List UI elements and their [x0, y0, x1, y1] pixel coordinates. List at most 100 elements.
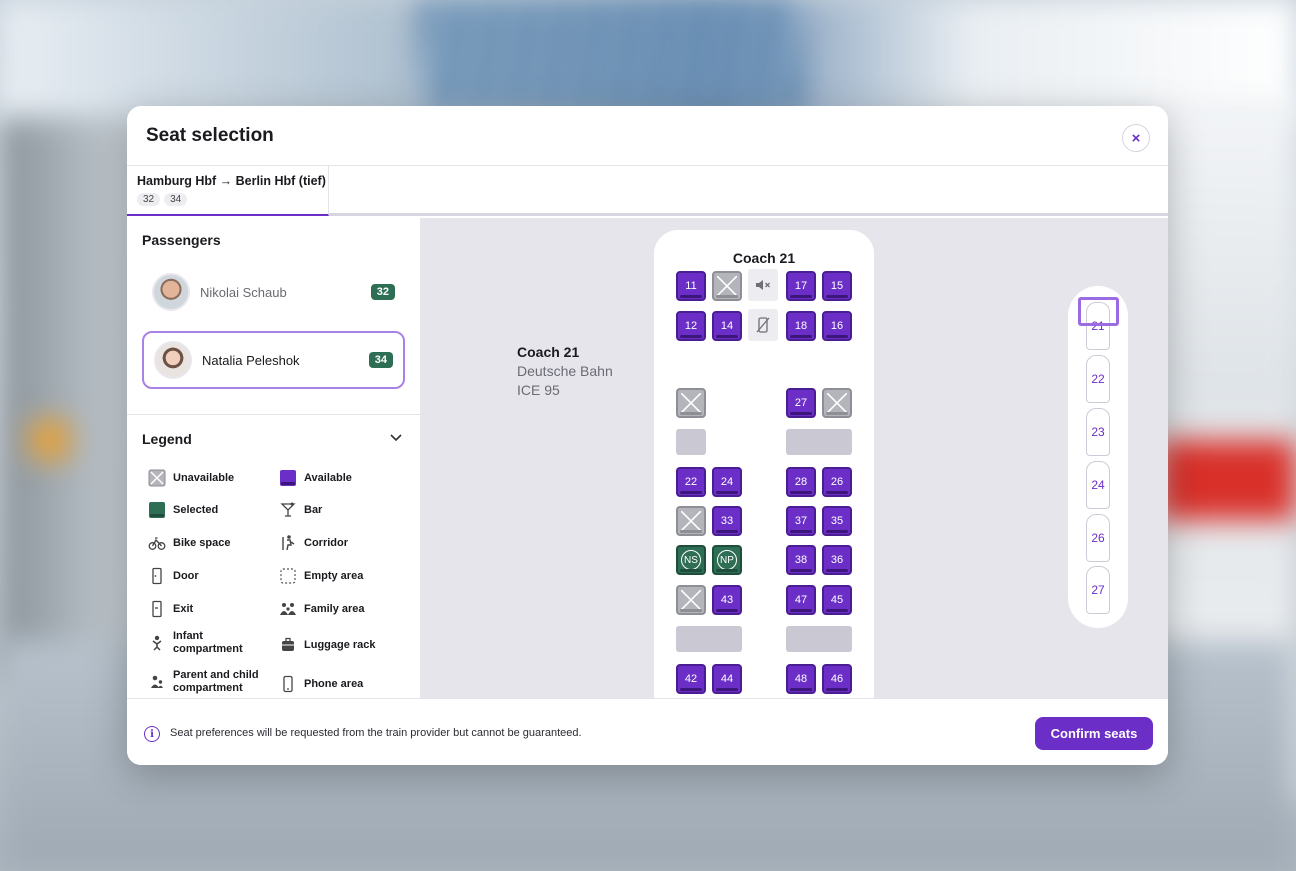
seat-chip: 34: [164, 193, 188, 206]
seat-unavailable: [676, 388, 706, 418]
seat-unavailable: [712, 271, 742, 301]
legend-parent-child: Parent and child compartment: [147, 669, 273, 695]
table-block: [676, 429, 706, 455]
legend-family-area: Family area: [278, 599, 365, 619]
modal-header: Seat selection ×: [127, 106, 1168, 166]
corridor-icon: [278, 533, 298, 553]
seat-17[interactable]: 17: [786, 271, 816, 301]
coach-nav-viewport[interactable]: [1078, 297, 1119, 326]
coach-title: Coach 21: [732, 250, 796, 266]
legend-door: Door: [147, 566, 199, 586]
seat-11[interactable]: 11: [676, 271, 706, 301]
seat-unavailable: [676, 506, 706, 536]
passengers-title: Passengers: [142, 232, 221, 248]
seat-47[interactable]: 47: [786, 585, 816, 615]
seat-45[interactable]: 45: [822, 585, 852, 615]
passenger-card-nikolai[interactable]: Nikolai Schaub 32: [142, 263, 405, 321]
seat-27[interactable]: 27: [786, 388, 816, 418]
confirm-seats-button[interactable]: Confirm seats: [1035, 717, 1153, 750]
coach-operator: Deutsche Bahn: [517, 363, 613, 379]
seat-12[interactable]: 12: [676, 311, 706, 341]
divider: [127, 414, 420, 415]
table-block: [786, 429, 852, 455]
seat-28[interactable]: 28: [786, 467, 816, 497]
coach-nav-27[interactable]: 27: [1086, 566, 1110, 614]
modal-title: Seat selection: [146, 125, 274, 146]
legend-luggage-rack: Luggage rack: [278, 635, 376, 655]
coach-info-title: Coach 21: [517, 344, 580, 360]
seat-22[interactable]: 22: [676, 467, 706, 497]
coach-nav-24[interactable]: 24: [1086, 461, 1110, 509]
luggage-icon: [278, 635, 298, 655]
legend-empty-area: Empty area: [278, 566, 363, 586]
seat-42[interactable]: 42: [676, 664, 706, 694]
left-panel: Passengers Nikolai Schaub 32 Natalia Pel…: [127, 218, 420, 698]
seat-pref-label: NS: [681, 550, 701, 570]
legend-selected: Selected: [147, 500, 218, 520]
tab-label: Hamburg Hbf → Berlin Hbf (tief): [137, 174, 326, 188]
seat-46[interactable]: 46: [822, 664, 852, 694]
seat-18[interactable]: 18: [786, 311, 816, 341]
seat-26[interactable]: 26: [822, 467, 852, 497]
passenger-card-natalia[interactable]: Natalia Peleshok 34: [142, 331, 405, 389]
coach-nav-26[interactable]: 26: [1086, 514, 1110, 562]
exit-icon: [147, 599, 167, 619]
coach-nav-23[interactable]: 23: [1086, 408, 1110, 456]
modal-footer: i Seat preferences will be requested fro…: [127, 698, 1168, 765]
seat-37[interactable]: 37: [786, 506, 816, 536]
legend-phone-area: Phone area: [278, 674, 363, 694]
bike-icon: [147, 533, 167, 553]
close-button[interactable]: ×: [1122, 124, 1150, 152]
coach-info: Coach 21 Deutsche Bahn ICE 95: [517, 344, 613, 398]
door-icon: [147, 566, 167, 586]
legend-bike-space: Bike space: [147, 533, 230, 553]
selected-seat-np[interactable]: NP: [712, 545, 742, 575]
seat-unavailable: [676, 585, 706, 615]
tab-hamburg-berlin[interactable]: Hamburg Hbf → Berlin Hbf (tief) 32 34: [127, 166, 329, 216]
phone-icon: [278, 674, 298, 694]
seat-35[interactable]: 35: [822, 506, 852, 536]
cocktail-icon: [278, 500, 298, 520]
seat-36[interactable]: 36: [822, 545, 852, 575]
info-icon: i: [144, 726, 160, 742]
legend-unavailable: Unavailable: [147, 468, 234, 488]
passenger-name: Natalia Peleshok: [202, 352, 300, 368]
coach-navigator: 21 22 23 24 26 27: [1068, 286, 1128, 628]
legend-available: Available: [278, 468, 352, 488]
legend-exit: Exit: [147, 599, 193, 619]
seat-33[interactable]: 33: [712, 506, 742, 536]
avatar: [152, 273, 190, 311]
empty-area-icon: [278, 566, 298, 586]
seat-badge: 32: [370, 284, 395, 300]
unavailable-seat-icon: [147, 468, 167, 488]
seat-43[interactable]: 43: [712, 585, 742, 615]
seat-14[interactable]: 14: [712, 311, 742, 341]
table-block: [786, 626, 852, 652]
coach-train: ICE 95: [517, 382, 560, 398]
chevron-down-icon[interactable]: [389, 430, 403, 444]
seat-pref-label: NP: [717, 550, 737, 570]
seat-unavailable: [822, 388, 852, 418]
avatar: [154, 341, 192, 379]
seat-15[interactable]: 15: [822, 271, 852, 301]
legend-infant: Infant compartment: [147, 630, 263, 656]
legend-bar: Bar: [278, 500, 322, 520]
selected-seat-icon: [147, 500, 167, 520]
selected-seat-ns[interactable]: NS: [676, 545, 706, 575]
infant-icon: [147, 633, 167, 653]
table-block: [676, 626, 742, 652]
seat-badge: 34: [368, 352, 393, 368]
seat-38[interactable]: 38: [786, 545, 816, 575]
seat-44[interactable]: 44: [712, 664, 742, 694]
journey-tabs: Hamburg Hbf → Berlin Hbf (tief) 32 34: [127, 166, 1168, 216]
info-text: Seat preferences will be requested from …: [170, 727, 582, 739]
seat-48[interactable]: 48: [786, 664, 816, 694]
no-phone-icon: [748, 309, 778, 341]
seat-chip: 32: [137, 193, 161, 206]
quiet-zone-icon: [748, 269, 778, 301]
seat-24[interactable]: 24: [712, 467, 742, 497]
passenger-name: Nikolai Schaub: [200, 284, 287, 300]
seat-16[interactable]: 16: [822, 311, 852, 341]
coach-nav-22[interactable]: 22: [1086, 355, 1110, 403]
coach-layout: Coach 21 11 17 15 12 14 18 16 27 22 24 2…: [654, 230, 874, 698]
